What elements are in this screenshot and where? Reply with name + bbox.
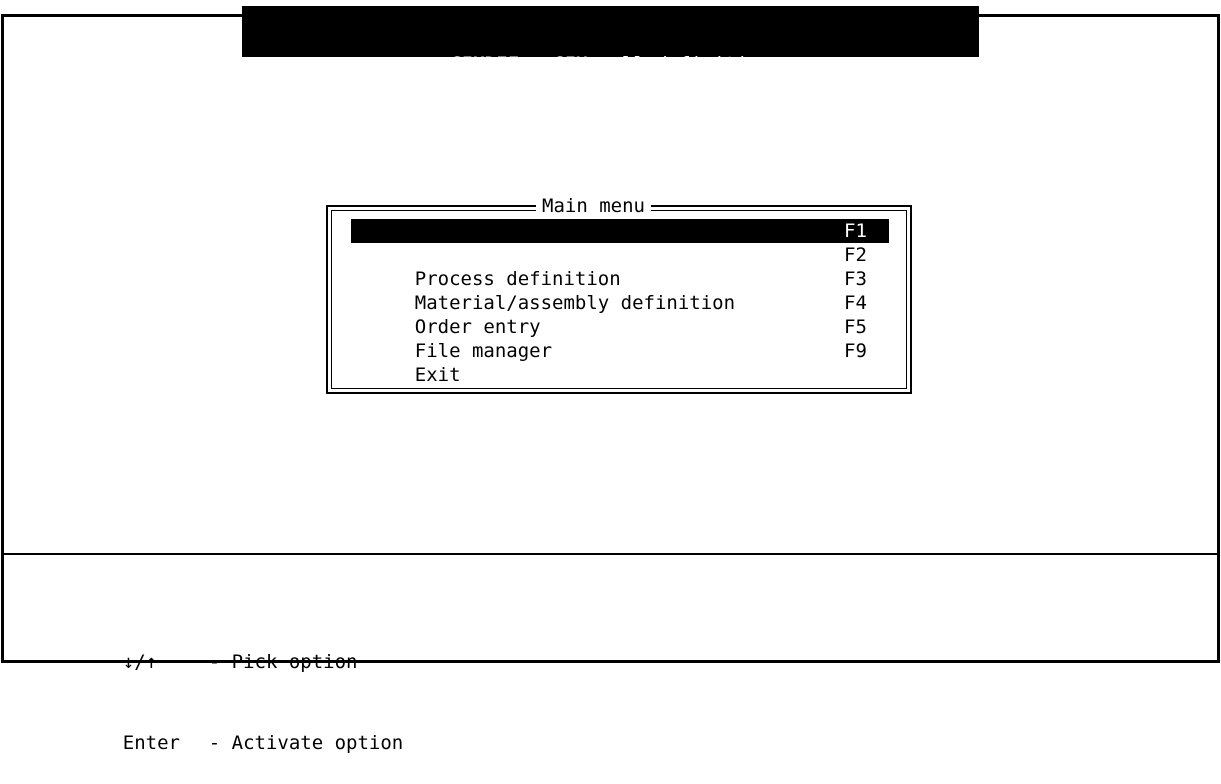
help-row-pick: ↓/↑ - Pick option [77, 622, 403, 673]
menu-item-shortcut: F9 [844, 340, 867, 362]
menu-item-shortcut: F2 [844, 244, 867, 266]
up-down-arrows-icon: ↓/↑ [122, 651, 158, 673]
help-bar: ↓/↑ - Pick option Enter - Activate option [77, 568, 403, 757]
menu-item-process-definition[interactable]: Process definition F2 [351, 243, 889, 290]
app-version: Version 1.50, Copyright (C) 1990 Eshed R… [347, 119, 874, 141]
menu-item-file-manager[interactable]: File manager F5 [351, 315, 889, 362]
menu-item-order-entry[interactable]: Order entry F4 [351, 291, 889, 338]
menu-item-shortcut: F1 [844, 220, 867, 242]
enter-key-label: Enter [122, 732, 180, 754]
help-row-activate: Enter - Activate option [77, 703, 403, 754]
menu-title: Main menu [536, 195, 651, 217]
help-desc: - Pick option [208, 651, 358, 673]
app-title: CIMDEF - CIM cell definition [450, 53, 771, 75]
help-desc: - Activate option [208, 732, 404, 754]
menu-item-shortcut: F5 [844, 316, 867, 338]
menu-item-shortcut: F3 [844, 268, 867, 290]
menu-item-exit[interactable]: Exit F9 [351, 339, 889, 386]
menu-item-label: Exit [414, 364, 461, 386]
menu-item-station-definition[interactable]: Station definition F1 [351, 219, 889, 266]
status-divider [1, 553, 1220, 555]
main-menu-list: Station definition F1 Process definition… [351, 219, 889, 386]
menu-item-shortcut: F4 [844, 292, 867, 314]
menu-item-material-assembly-definition[interactable]: Material/assembly definition F3 [351, 267, 889, 314]
title-banner: CIMDEF - CIM cell definition Version 1.5… [242, 6, 979, 141]
